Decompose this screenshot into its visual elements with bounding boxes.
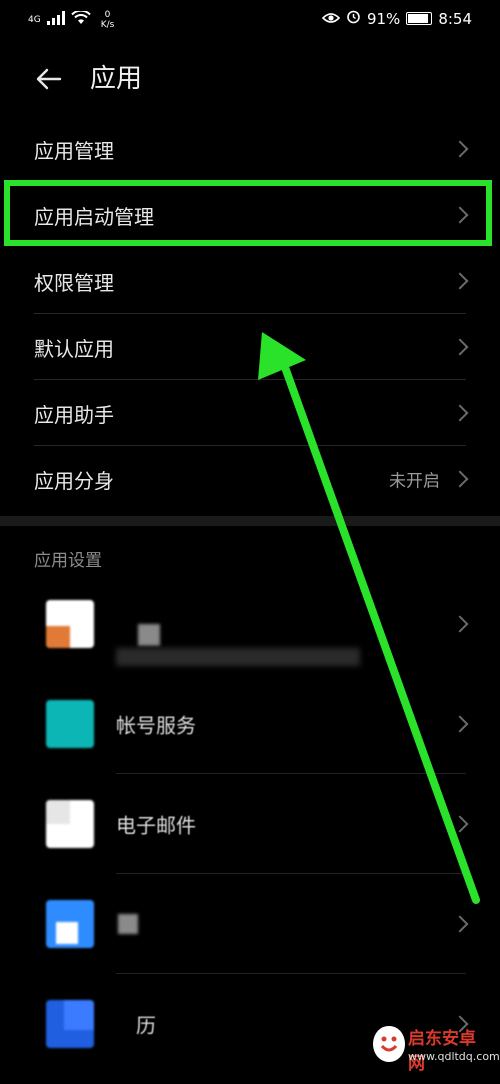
page-title: 应用: [90, 64, 143, 94]
menu-item-app-twin[interactable]: 应用分身 未开启: [0, 446, 500, 512]
menu-item-permission-management[interactable]: 权限管理: [0, 248, 500, 314]
net-speed: 0 K/s: [101, 10, 115, 30]
back-arrow-icon[interactable]: [32, 62, 66, 96]
watermark-logo-icon: [373, 1026, 405, 1062]
blurred-name: [118, 914, 138, 934]
menu-item-label: 应用管理: [34, 138, 114, 163]
eye-comfort-icon: [321, 10, 341, 28]
menu-item-default-apps[interactable]: 默认应用: [0, 314, 500, 380]
chevron-right-icon: [451, 140, 469, 158]
app-icon: [46, 600, 94, 648]
app-name: 历: [136, 1013, 156, 1038]
section-title-app-settings: 应用设置: [34, 551, 102, 571]
net-speed-unit: K/s: [100, 20, 115, 30]
chevron-right-icon: [451, 715, 469, 733]
watermark-url: www.qdltdq.com: [408, 1050, 500, 1063]
app-menu-list: 应用管理 应用启动管理 权限管理 默认应用 应用助手 应用分身 未开启: [0, 116, 500, 512]
app-icon-segment: [64, 1000, 94, 1030]
chevron-right-icon: [451, 815, 469, 833]
blurred-name: [138, 624, 160, 646]
menu-item-app-management[interactable]: 应用管理: [0, 116, 500, 182]
app-header: 应用: [0, 50, 500, 110]
watermark: 启东安卓网 www.qdltdq.com: [372, 1016, 500, 1078]
status-left: 4G 0 K/s: [28, 9, 115, 30]
menu-item-app-assistant[interactable]: 应用助手: [0, 380, 500, 446]
clock: 8:54: [438, 9, 472, 28]
wifi-icon: [70, 9, 91, 29]
app-row[interactable]: [0, 874, 500, 974]
app-icon-segment: [56, 922, 78, 944]
chevron-right-icon: [451, 470, 469, 488]
app-twin-status: 未开启: [389, 471, 440, 492]
app-name: 帐号服务: [116, 713, 196, 738]
chevron-right-icon: [451, 338, 469, 356]
app-icon: [46, 900, 94, 948]
app-icon-segment: [46, 800, 70, 824]
menu-item-label: 权限管理: [34, 270, 114, 295]
net-speed-value: 0: [104, 10, 111, 20]
app-icon: [46, 1000, 94, 1048]
app-row[interactable]: 电子邮件: [0, 774, 500, 874]
chevron-right-icon: [451, 915, 469, 933]
chevron-right-icon: [451, 404, 469, 422]
signal-icon: 4G: [28, 15, 41, 25]
menu-item-label: 应用分身: [34, 468, 114, 493]
menu-item-label: 应用助手: [34, 402, 114, 427]
app-row[interactable]: [0, 574, 500, 674]
app-icon-segment: [46, 626, 70, 648]
highlight-box: [4, 180, 492, 246]
chevron-right-icon: [451, 615, 469, 633]
menu-item-label: 默认应用: [34, 336, 114, 361]
battery-percent: 91%: [366, 9, 401, 28]
app-settings-list: 帐号服务 电子邮件 历: [0, 574, 500, 1074]
app-icon: [46, 800, 94, 848]
app-name: 电子邮件: [116, 813, 196, 838]
app-icon: [46, 700, 94, 748]
alarm-icon: [346, 9, 361, 28]
section-separator: [0, 516, 500, 526]
status-bar: 4G 0 K/s 91% 8:54: [0, 0, 500, 40]
cell-signal-icon: [46, 11, 65, 29]
app-row[interactable]: 帐号服务: [0, 674, 500, 774]
watermark-brand: 启东安卓网: [408, 1029, 476, 1074]
battery-icon: [406, 12, 433, 25]
status-right: 91% 8:54: [321, 9, 472, 28]
blurred-divider: [116, 648, 360, 666]
chevron-right-icon: [451, 272, 469, 290]
